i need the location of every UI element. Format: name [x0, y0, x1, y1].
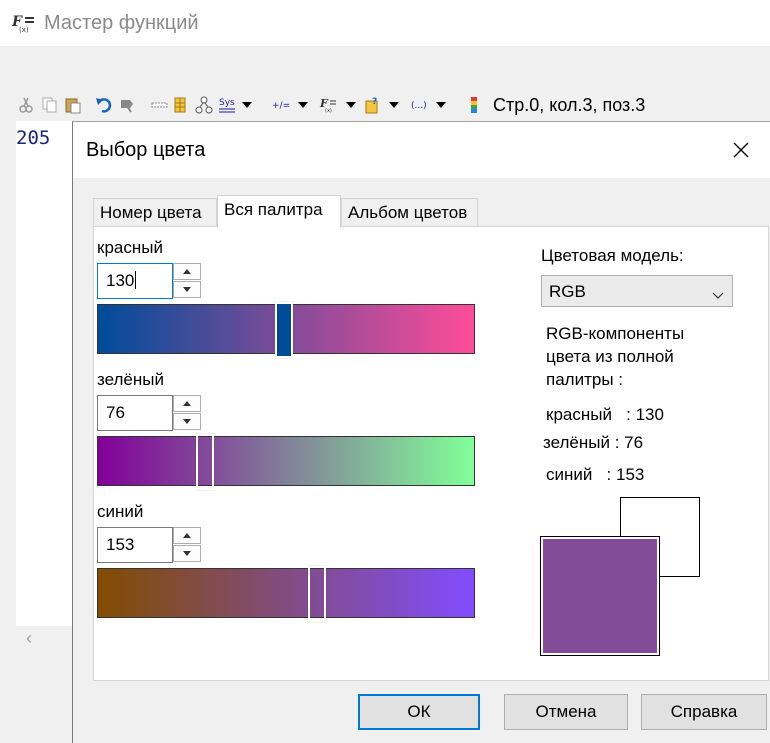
blue-decrement-button[interactable]: [173, 545, 201, 562]
chevron-down-icon: [183, 287, 191, 292]
green-input[interactable]: 76: [97, 395, 173, 431]
svg-text:(x): (x): [325, 108, 332, 114]
sys-icon[interactable]: Sys: [218, 96, 252, 114]
function-icon[interactable]: F (x): [319, 96, 357, 114]
svg-text:(...): (...): [411, 101, 427, 111]
full-palette-panel: красный 130 зелёный 76 синий 153 Цветова…: [93, 226, 769, 681]
brackets-icon[interactable]: (...): [410, 96, 448, 114]
tab-color-album[interactable]: Альбом цветов: [341, 198, 478, 227]
blue-input-value: 153: [106, 535, 135, 554]
svg-text:+/=: +/=: [272, 101, 290, 111]
info-red-value: красный : 130: [546, 405, 664, 424]
svg-text:?: ?: [372, 97, 377, 107]
undo-icon[interactable]: [95, 96, 113, 114]
current-color-swatch: [540, 536, 660, 656]
tab-full-palette[interactable]: Вся палитра: [217, 195, 341, 228]
background-window-title: Мастер функций: [44, 12, 199, 34]
ok-button[interactable]: ОК: [358, 694, 480, 730]
red-input[interactable]: 130: [97, 263, 173, 299]
blue-gradient-slider[interactable]: [97, 566, 475, 622]
tab-label: Альбом цветов: [348, 203, 468, 222]
svg-text:(x): (x): [19, 26, 29, 34]
copy-icon[interactable]: [41, 96, 59, 114]
info-heading-line-1: RGB-компоненты: [546, 324, 685, 343]
red-input-value: 130: [106, 271, 135, 290]
scroll-left-arrow[interactable]: ‹: [16, 626, 76, 654]
green-increment-button[interactable]: [173, 395, 201, 412]
green-input-value: 76: [106, 403, 125, 422]
chevron-up-icon: [183, 533, 191, 538]
blue-stepper[interactable]: [173, 527, 201, 563]
tab-color-number[interactable]: Номер цвета: [93, 198, 217, 227]
chevron-down-icon: [183, 551, 191, 556]
editor-value: 205: [16, 127, 51, 149]
plus-minus-icon[interactable]: +/=: [271, 96, 309, 114]
cancel-button[interactable]: Отмена: [504, 694, 628, 730]
help-button-label: Справка: [670, 702, 738, 721]
dialog-title: Выбор цвета: [86, 139, 206, 161]
cursor-position-status: Стр.0, кол.3, поз.3: [493, 95, 646, 115]
cancel-button-label: Отмена: [535, 702, 597, 721]
blue-increment-button[interactable]: [173, 527, 201, 544]
info-heading-line-2: цвета из полной: [546, 347, 674, 366]
close-button[interactable]: [712, 122, 770, 178]
paste-icon[interactable]: [64, 96, 82, 114]
color-model-value: RGB: [549, 282, 586, 301]
tab-label: Номер цвета: [100, 203, 202, 222]
red-decrement-button[interactable]: [173, 281, 201, 298]
background-left-edge: [0, 121, 16, 743]
green-stepper[interactable]: [173, 395, 201, 431]
info-green-value: зелёный : 76: [543, 433, 644, 452]
color-model-select[interactable]: RGB: [541, 275, 733, 307]
color-model-label: Цветовая модель:: [541, 246, 684, 265]
color-bars-icon[interactable]: [468, 96, 480, 114]
red-increment-button[interactable]: [173, 263, 201, 280]
chevron-down-icon: [712, 285, 724, 305]
green-label: зелёный: [97, 370, 164, 389]
svg-text:Sys: Sys: [219, 98, 235, 108]
help-button[interactable]: Справка: [641, 694, 767, 730]
chevron-down-icon: [183, 419, 191, 424]
app-fx-icon: F (x): [11, 12, 36, 34]
blue-input[interactable]: 153: [97, 527, 173, 563]
cut-icon[interactable]: [18, 96, 34, 114]
formula-editor[interactable]: 205: [16, 121, 76, 626]
chevron-up-icon: [183, 401, 191, 406]
ok-button-label: ОК: [407, 702, 431, 721]
color-picker-dialog: Выбор цвета Номер цвета Вся палитра Альб…: [72, 121, 770, 743]
background-titlebar: F (x) Мастер функций: [0, 0, 770, 46]
info-blue-value: синий : 153: [546, 465, 645, 484]
dialog-titlebar: Выбор цвета: [73, 122, 770, 178]
red-slider-handle[interactable]: [275, 302, 293, 358]
red-gradient-slider[interactable]: [97, 302, 475, 358]
help-icon[interactable]: ?: [365, 96, 403, 114]
insert-icon[interactable]: [151, 96, 169, 114]
red-stepper[interactable]: [173, 263, 201, 299]
info-heading-line-3: палитры :: [546, 370, 623, 389]
green-slider-handle[interactable]: [196, 434, 214, 490]
table-icon[interactable]: [172, 96, 190, 114]
tab-label: Вся палитра: [224, 200, 323, 219]
green-gradient-slider[interactable]: [97, 434, 475, 490]
close-icon: [733, 142, 749, 158]
tree-icon[interactable]: [195, 96, 213, 114]
redo-icon[interactable]: [118, 96, 136, 114]
blue-label: синий: [97, 502, 144, 521]
blue-slider-handle[interactable]: [308, 566, 326, 622]
background-toolbar: Sys +/= F (x) ? (...): [0, 92, 770, 120]
green-decrement-button[interactable]: [173, 413, 201, 430]
chevron-up-icon: [183, 269, 191, 274]
red-label: красный: [97, 238, 163, 257]
